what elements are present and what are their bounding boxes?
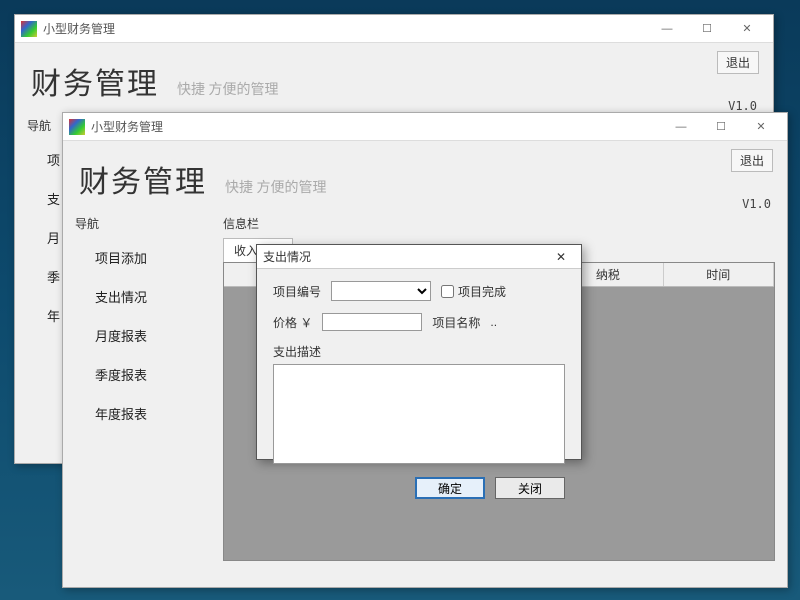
maximize-button[interactable]: ☐: [687, 17, 727, 41]
col-time: 时间: [664, 263, 774, 286]
close-button[interactable]: ✕: [727, 17, 767, 41]
minimize-button[interactable]: —: [661, 115, 701, 139]
minimize-button[interactable]: —: [647, 17, 687, 41]
price-input[interactable]: [322, 313, 422, 331]
window-title: 小型财务管理: [43, 20, 115, 37]
app-title: 财务管理: [79, 157, 207, 201]
expense-dialog: 支出情况 ✕ 项目编号 项目完成 价格 ￥ 项目名称 .. 支出描述 确定 关闭: [256, 244, 582, 460]
nav-title: 导航: [75, 215, 205, 232]
maximize-button[interactable]: ☐: [701, 115, 741, 139]
desc-label: 支出描述: [273, 343, 565, 360]
project-no-label: 项目编号: [273, 283, 321, 300]
price-label: 价格 ￥: [273, 314, 312, 331]
app-subtitle: 快捷 方便的管理: [177, 79, 279, 99]
exit-button[interactable]: 退出: [731, 149, 773, 172]
dialog-titlebar: 支出情况 ✕: [257, 245, 581, 269]
dialog-title: 支出情况: [263, 248, 311, 265]
dialog-close-icon[interactable]: ✕: [547, 247, 575, 267]
ok-button[interactable]: 确定: [415, 477, 485, 499]
close-button[interactable]: 关闭: [495, 477, 565, 499]
nav-item-add[interactable]: 项目添加: [95, 238, 205, 277]
project-name-value: ..: [490, 315, 497, 329]
window-title: 小型财务管理: [91, 118, 163, 135]
nav-item-quarter[interactable]: 季度报表: [95, 355, 205, 394]
info-title: 信息栏: [223, 215, 775, 232]
project-done-checkbox[interactable]: [441, 285, 454, 298]
version-label: V1.0: [728, 99, 757, 113]
exit-button[interactable]: 退出: [717, 51, 759, 74]
project-name-label: 项目名称: [432, 314, 480, 331]
titlebar-front: 小型财务管理 — ☐ ✕: [63, 113, 787, 141]
project-done-label: 项目完成: [458, 283, 506, 300]
titlebar-back: 小型财务管理 — ☐ ✕: [15, 15, 773, 43]
app-subtitle: 快捷 方便的管理: [225, 177, 327, 197]
nav-item-year[interactable]: 年度报表: [95, 394, 205, 433]
project-no-combo[interactable]: [331, 281, 431, 301]
nav-item-expense[interactable]: 支出情况: [95, 277, 205, 316]
app-title: 财务管理: [31, 59, 159, 103]
app-icon: [69, 119, 85, 135]
close-button[interactable]: ✕: [741, 115, 781, 139]
nav-item-month[interactable]: 月度报表: [95, 316, 205, 355]
app-icon: [21, 21, 37, 37]
version-label: V1.0: [742, 197, 771, 211]
desc-textarea[interactable]: [273, 364, 565, 464]
